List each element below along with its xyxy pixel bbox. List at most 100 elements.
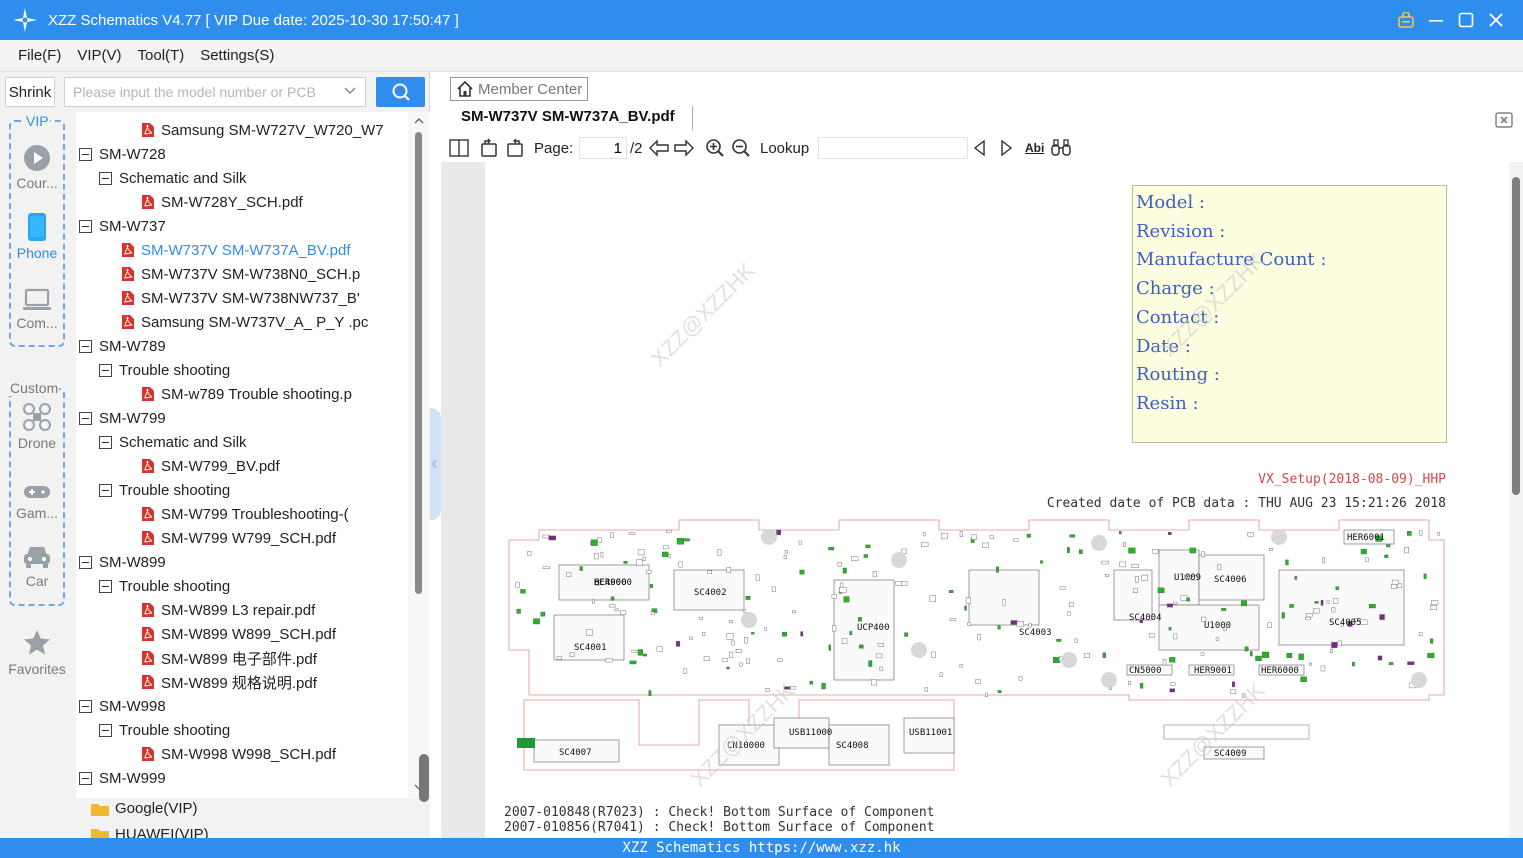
menu-tool[interactable]: Tool(T) xyxy=(122,47,185,64)
menu-settings[interactable]: Settings(S) xyxy=(184,47,274,64)
pcb-part xyxy=(703,656,710,661)
binoculars-icon[interactable] xyxy=(1050,138,1072,158)
next-page-icon[interactable] xyxy=(673,138,695,158)
chevron-down-icon[interactable] xyxy=(343,84,357,98)
tree-node-item[interactable]: SM-W999 xyxy=(79,766,166,790)
tree-file-item[interactable]: Samsung SM-W737V_A_ P_Y .pc xyxy=(121,310,368,334)
tree-scroll-thumb[interactable] xyxy=(415,132,422,594)
tree-file-item[interactable]: SM-W737V SM-W738NW737_B' xyxy=(121,286,360,310)
rotate-left-icon[interactable] xyxy=(479,138,499,158)
tree-file-item[interactable]: SM-w789 Trouble shooting.p xyxy=(141,382,352,406)
panel-scroll-thumb[interactable] xyxy=(419,754,429,802)
tree-file-item[interactable]: SM-W899 W899_SCH.pdf xyxy=(141,622,336,646)
close-tab-icon[interactable] xyxy=(1495,112,1513,128)
pcb-label: HER6001 xyxy=(1347,533,1385,543)
tree-node-item[interactable]: Schematic and Silk xyxy=(99,430,247,454)
collapse-toggle-icon[interactable] xyxy=(99,483,112,497)
menu-file[interactable]: File(F) xyxy=(0,47,61,64)
tree-scrollbar[interactable] xyxy=(408,112,430,798)
collapse-toggle-icon[interactable] xyxy=(79,771,92,785)
folder-list: Google(VIP) HUAWEI(VIP) xyxy=(76,798,430,840)
tree-node-item[interactable]: Trouble shooting xyxy=(99,718,230,742)
viewer-scroll-thumb[interactable] xyxy=(1512,177,1520,495)
pcb-part xyxy=(728,620,734,624)
model-search-combobox[interactable] xyxy=(64,77,366,107)
zoom-out-icon[interactable] xyxy=(731,138,751,158)
find-next-icon[interactable] xyxy=(998,138,1014,158)
nav-phone[interactable]: Phone xyxy=(0,212,74,261)
lookup-input[interactable] xyxy=(818,137,968,159)
collapse-toggle-icon[interactable] xyxy=(99,723,112,737)
tree-item-label: SM-W728 xyxy=(99,145,166,163)
tree-node-item[interactable]: Schematic and Silk xyxy=(99,166,247,190)
pdf-viewer[interactable]: Model : Revision : Manufacture Count : Char… xyxy=(441,162,1523,838)
scroll-up-icon[interactable] xyxy=(413,116,425,126)
tree-item-label: SM-W799 xyxy=(99,409,166,427)
collapse-toggle-icon[interactable] xyxy=(79,699,92,713)
panel-splitter[interactable] xyxy=(430,408,441,520)
tree-node-item[interactable]: SM-W789 xyxy=(79,334,166,358)
tree-node-item[interactable]: SM-W737 xyxy=(79,214,166,238)
tree-file-item[interactable]: SM-W899 电子部件.pdf xyxy=(141,646,317,670)
tree-node-item[interactable]: Trouble shooting xyxy=(99,478,230,502)
tree-file-item[interactable]: SM-W737V SM-W737A_BV.pdf xyxy=(121,238,351,262)
pcb-part xyxy=(851,556,859,561)
tree-file-item[interactable]: SM-W728Y_SCH.pdf xyxy=(141,190,303,214)
collapse-toggle-icon[interactable] xyxy=(99,171,112,185)
tree-node-item[interactable]: Trouble shooting xyxy=(99,574,230,598)
tree-file-item[interactable]: SM-W899 L3 repair.pdf xyxy=(141,598,315,622)
find-prev-icon[interactable] xyxy=(972,138,988,158)
tree-file-item[interactable]: SM-W998 W998_SCH.pdf xyxy=(141,742,336,766)
shrink-button[interactable]: Shrink xyxy=(5,77,55,107)
rotate-right-icon[interactable] xyxy=(505,138,525,158)
tree-node-item[interactable]: Trouble shooting xyxy=(99,358,230,382)
nav-game[interactable]: Gam... xyxy=(0,482,74,521)
pcb-part xyxy=(566,572,572,577)
member-center-button[interactable]: Member Center xyxy=(450,77,588,101)
model-search-input[interactable] xyxy=(73,84,333,100)
pcb-part xyxy=(1232,681,1235,688)
collapse-toggle-icon[interactable] xyxy=(79,147,92,161)
collapse-toggle-icon[interactable] xyxy=(79,339,92,353)
tree-node-item[interactable]: SM-W899 xyxy=(79,550,166,574)
close-icon[interactable] xyxy=(1481,0,1511,40)
maximize-icon[interactable] xyxy=(1451,0,1481,40)
prev-page-icon[interactable] xyxy=(648,138,670,158)
tree-file-item[interactable]: SM-W899 规格说明.pdf xyxy=(141,670,317,694)
nav-favorites[interactable]: Favorites xyxy=(0,628,74,677)
search-button[interactable] xyxy=(376,77,425,107)
sidebar-toggle-icon[interactable] xyxy=(449,138,469,158)
zoom-in-icon[interactable] xyxy=(705,138,725,158)
star-icon xyxy=(24,630,50,655)
viewer-scrollbar[interactable] xyxy=(1509,162,1523,838)
tree-node-item[interactable]: SM-W799 xyxy=(79,406,166,430)
collapse-toggle-icon[interactable] xyxy=(79,411,92,425)
tree-file-item[interactable]: Samsung SM-W727V_W720_W7 xyxy=(141,118,384,142)
collapse-toggle-icon[interactable] xyxy=(99,579,112,593)
nav-car[interactable]: Car xyxy=(0,544,74,589)
pcb-part xyxy=(1241,600,1247,607)
tree-file-item[interactable]: SM-W737V SM-W738N0_SCH.p xyxy=(121,262,360,286)
nav-drone[interactable]: Drone xyxy=(0,402,74,451)
nav-courses[interactable]: Cour... xyxy=(0,144,74,191)
collapse-toggle-icon[interactable] xyxy=(79,555,92,569)
lock-icon[interactable] xyxy=(1391,0,1421,40)
minimize-icon[interactable] xyxy=(1421,0,1451,40)
page-number-input[interactable] xyxy=(579,137,627,159)
pcb-part xyxy=(1379,614,1385,620)
tree-node-item[interactable]: SM-W998 xyxy=(79,694,166,718)
tree-node-item[interactable]: SM-W728 xyxy=(79,142,166,166)
collapse-toggle-icon[interactable] xyxy=(99,435,112,449)
tree-file-item[interactable]: SM-W799 W799_SCH.pdf xyxy=(141,526,336,550)
pcb-part xyxy=(745,596,751,600)
menu-vip[interactable]: VIP(V) xyxy=(61,47,121,64)
collapse-toggle-icon[interactable] xyxy=(99,363,112,377)
nav-computer[interactable]: Com... xyxy=(0,288,74,331)
tab-document[interactable]: SM-W737V SM-W737A_BV.pdf xyxy=(461,108,675,125)
pcb-part xyxy=(877,642,884,647)
tree-file-item[interactable]: SM-W799 Troubleshooting-( xyxy=(141,502,349,526)
collapse-toggle-icon[interactable] xyxy=(79,219,92,233)
folder-google[interactable]: Google(VIP) xyxy=(90,800,198,817)
tree-file-item[interactable]: SM-W799_BV.pdf xyxy=(141,454,280,478)
match-case-button[interactable]: Abi xyxy=(1025,138,1044,158)
